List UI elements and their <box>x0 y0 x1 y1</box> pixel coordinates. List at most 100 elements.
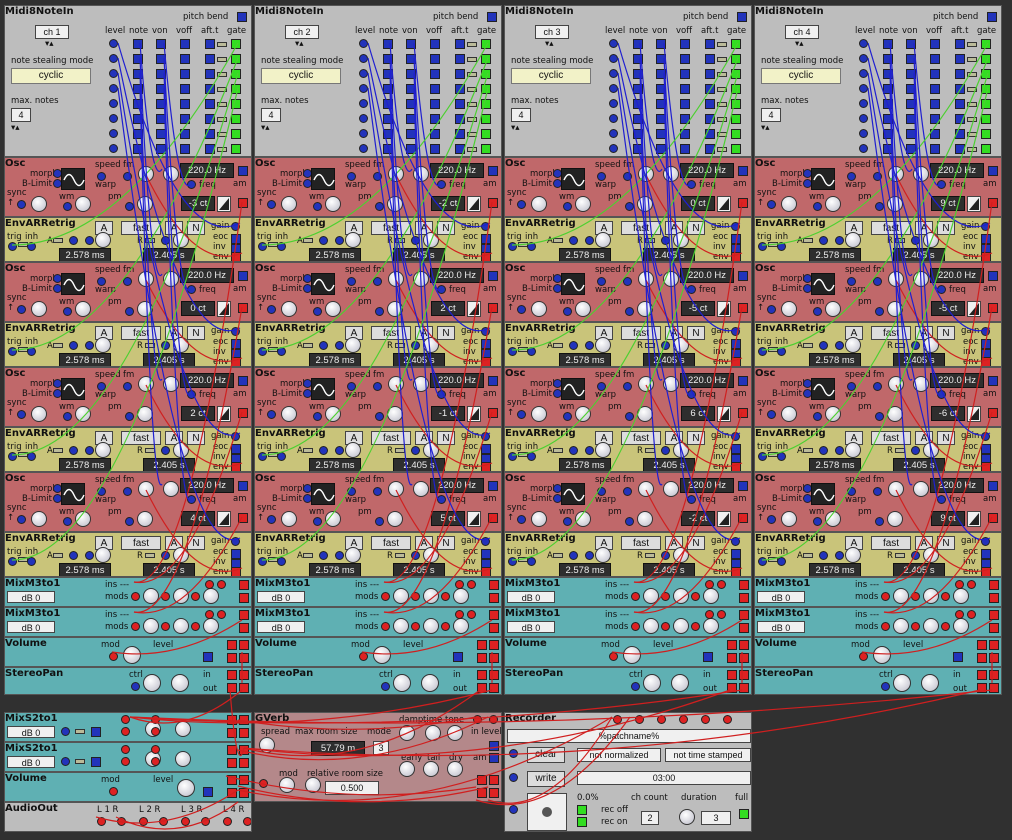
attack-mod-input[interactable] <box>319 446 328 455</box>
frequency-display[interactable]: 220.0 Hz <box>180 373 234 388</box>
gate-output-3[interactable] <box>481 84 491 94</box>
gate-output-4[interactable] <box>731 99 741 109</box>
pm-knob[interactable] <box>887 301 903 317</box>
mix-input-0[interactable] <box>631 592 640 601</box>
pan-out-l[interactable] <box>977 683 987 693</box>
gate-output-7[interactable] <box>731 144 741 154</box>
pan-in2[interactable] <box>239 670 249 680</box>
gate-output-1[interactable] <box>731 54 741 64</box>
pan-out-r[interactable] <box>739 683 749 693</box>
pm-knob[interactable] <box>387 511 403 527</box>
waveform-select-button[interactable] <box>717 196 731 212</box>
mix-input-1[interactable] <box>151 715 160 724</box>
fm-knob[interactable] <box>388 166 404 182</box>
record-button[interactable] <box>527 793 567 831</box>
output-1[interactable] <box>906 54 916 64</box>
mix-knob-0[interactable] <box>143 588 159 604</box>
output-0[interactable] <box>680 39 690 49</box>
release-time-display[interactable]: 2.405 s <box>643 248 695 261</box>
gain-input[interactable] <box>981 537 990 546</box>
waveform-select-button[interactable] <box>467 301 481 317</box>
freq-input[interactable] <box>937 390 946 399</box>
gain-input[interactable] <box>481 327 490 336</box>
env-output[interactable] <box>481 462 491 471</box>
volume-output[interactable] <box>989 640 999 650</box>
level-output-0[interactable] <box>109 39 118 48</box>
mix-chain[interactable] <box>489 623 499 633</box>
output-5[interactable] <box>156 114 166 124</box>
attack-input[interactable] <box>835 236 844 245</box>
am-input[interactable] <box>988 376 998 386</box>
write-button[interactable]: write <box>527 771 565 787</box>
gate-output-1[interactable] <box>481 54 491 64</box>
fm-input[interactable] <box>373 277 382 286</box>
rec-trig-1[interactable] <box>509 749 518 758</box>
normalize-toggle[interactable]: not normalized <box>577 748 661 762</box>
output-6[interactable] <box>406 129 416 139</box>
mix-input-1[interactable] <box>411 592 420 601</box>
gain-input[interactable] <box>731 327 740 336</box>
pan-out-r[interactable] <box>989 683 999 693</box>
volume-knob[interactable] <box>373 646 391 664</box>
output-5[interactable] <box>383 114 393 124</box>
am-input[interactable] <box>488 166 498 176</box>
output-1[interactable] <box>180 54 190 64</box>
rec-input-2[interactable] <box>657 715 666 724</box>
frequency-display[interactable]: 220.0 Hz <box>680 163 734 178</box>
freq-input[interactable] <box>187 495 196 504</box>
inh-input[interactable] <box>277 242 286 251</box>
cents-display[interactable]: 0 ct <box>681 196 715 211</box>
output-4[interactable] <box>883 99 893 109</box>
mix-input-1[interactable] <box>911 622 920 631</box>
wm-input[interactable] <box>563 202 572 211</box>
mix-knob-0[interactable] <box>893 618 909 634</box>
db-display[interactable]: dB 0 <box>257 621 305 633</box>
mix-chain[interactable] <box>239 593 249 603</box>
fm-input[interactable] <box>873 172 882 181</box>
attack-time-display[interactable]: 2.578 ms <box>809 353 861 366</box>
pm-knob[interactable] <box>887 511 903 527</box>
pan-knob[interactable] <box>143 674 161 692</box>
mix-input-0[interactable] <box>381 622 390 631</box>
mix-input-0[interactable] <box>381 592 390 601</box>
mix-in-b[interactable] <box>217 580 226 589</box>
volume-out2[interactable] <box>239 653 249 663</box>
release-knob[interactable] <box>173 337 189 353</box>
mix-mod-1[interactable] <box>151 757 160 766</box>
full-output[interactable] <box>739 809 749 819</box>
output-4[interactable] <box>205 99 215 109</box>
n-mode-button[interactable]: N <box>437 536 455 550</box>
pm-input[interactable] <box>125 412 134 421</box>
output-4[interactable] <box>906 99 916 109</box>
output-0[interactable] <box>906 39 916 49</box>
sync-knob[interactable] <box>31 196 47 212</box>
trig-input[interactable] <box>8 347 17 356</box>
sync-input[interactable] <box>517 515 526 524</box>
osc-output[interactable] <box>988 513 998 523</box>
speed-mode-button[interactable]: fast <box>871 536 911 550</box>
fm-input[interactable] <box>873 487 882 496</box>
freq-knob[interactable] <box>913 271 929 287</box>
release-mod-input[interactable] <box>661 236 670 245</box>
level-output-0[interactable] <box>609 39 618 48</box>
pm-knob[interactable] <box>137 511 153 527</box>
inh-input[interactable] <box>777 347 786 356</box>
wm-input[interactable] <box>63 412 72 421</box>
release-time-display[interactable]: 2.405 s <box>643 353 695 366</box>
mix-output[interactable] <box>989 580 999 590</box>
pan-in2[interactable] <box>989 670 999 680</box>
output-6[interactable] <box>383 129 393 139</box>
output-7[interactable] <box>906 144 916 154</box>
mix-input-1[interactable] <box>151 745 160 754</box>
attack-mod-input[interactable] <box>819 551 828 560</box>
fm-knob[interactable] <box>888 271 904 287</box>
waveform-display[interactable] <box>311 273 335 295</box>
mix-knob-0[interactable] <box>393 588 409 604</box>
freq-knob[interactable] <box>663 166 679 182</box>
output-6[interactable] <box>430 129 440 139</box>
mix-output[interactable] <box>739 580 749 590</box>
rec-input-3[interactable] <box>679 715 688 724</box>
output-6[interactable] <box>906 129 916 139</box>
waveform-select-button[interactable] <box>217 301 231 317</box>
output-0[interactable] <box>205 39 215 49</box>
